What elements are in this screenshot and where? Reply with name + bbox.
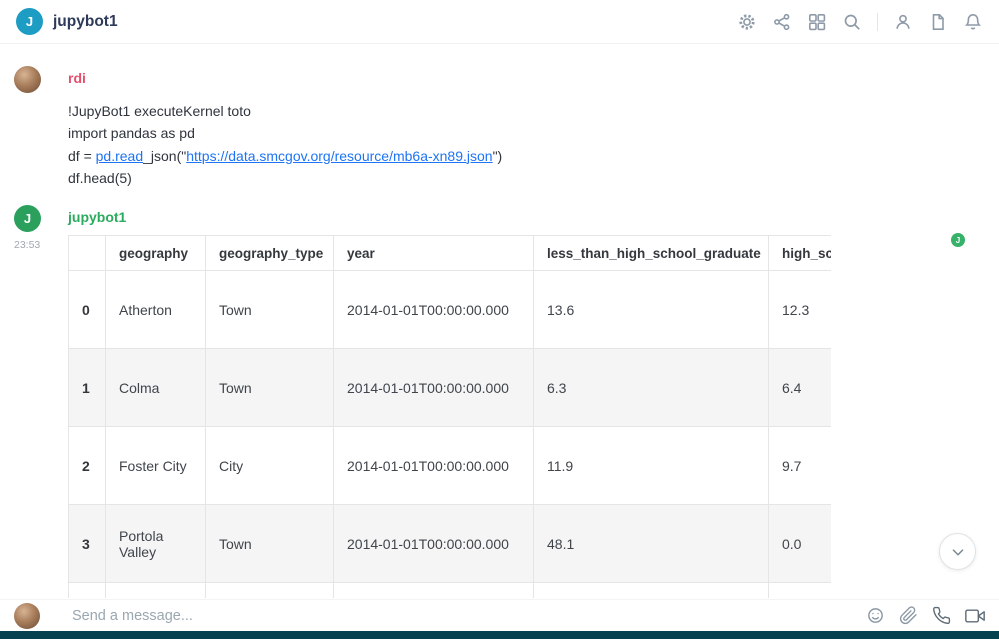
message-composer bbox=[0, 599, 999, 631]
header-high-school: high_sc bbox=[769, 236, 832, 271]
emoji-icon[interactable] bbox=[866, 606, 885, 625]
cell-geography-type: City bbox=[206, 427, 334, 505]
cell-geography: Portola Valley bbox=[106, 505, 206, 583]
message-text-line: !JupyBot1 executeKernel toto bbox=[68, 100, 999, 122]
message-list[interactable]: rdi !JupyBot1 executeKernel toto import … bbox=[0, 44, 999, 599]
cell-geography: Foster City bbox=[106, 427, 206, 505]
table-header-row: geography geography_type year less_than_… bbox=[69, 236, 832, 271]
cell-high-school: 6.4 bbox=[769, 349, 832, 427]
header-divider bbox=[877, 13, 878, 31]
header-year: year bbox=[334, 236, 534, 271]
table-row: 2 Foster City City 2014-01-01T00:00:00.0… bbox=[69, 427, 832, 505]
chat-app: J jupybot1 bbox=[0, 0, 999, 639]
cell-geography: Atherton bbox=[106, 271, 206, 349]
cell-empty bbox=[69, 583, 106, 599]
table-row: 1 Colma Town 2014-01-01T00:00:00.000 6.3… bbox=[69, 349, 832, 427]
members-icon[interactable] bbox=[893, 12, 913, 32]
cell-index: 1 bbox=[69, 349, 106, 427]
message-jupybot1: J 23:53 jupybot1 geography bbox=[0, 205, 999, 598]
channel-avatar[interactable]: J bbox=[16, 8, 43, 35]
cell-year: 2014-01-01T00:00:00.000 bbox=[334, 271, 534, 349]
current-user-avatar[interactable] bbox=[14, 603, 40, 629]
code-text: ") bbox=[493, 148, 503, 164]
user-avatar[interactable] bbox=[14, 66, 41, 93]
header-geography: geography bbox=[106, 236, 206, 271]
cell-empty bbox=[769, 583, 832, 599]
composer-actions bbox=[866, 606, 985, 626]
settings-gear-icon[interactable] bbox=[737, 12, 757, 32]
table-row: 3 Portola Valley Town 2014-01-01T00:00:0… bbox=[69, 505, 832, 583]
bottom-status-bar bbox=[0, 631, 999, 639]
code-link[interactable]: pd.read bbox=[96, 148, 143, 164]
cell-less-than-hs: 13.6 bbox=[534, 271, 769, 349]
cell-empty bbox=[106, 583, 206, 599]
cell-empty bbox=[334, 583, 534, 599]
video-call-icon[interactable] bbox=[965, 606, 985, 626]
cell-high-school: 0.0 bbox=[769, 505, 832, 583]
attachment-paperclip-icon[interactable] bbox=[899, 606, 918, 625]
message-rdi: rdi !JupyBot1 executeKernel toto import … bbox=[0, 66, 999, 189]
message-text-line: import pandas as pd bbox=[68, 122, 999, 144]
chevron-down-icon bbox=[947, 541, 969, 563]
message-timestamp: 23:53 bbox=[14, 239, 40, 251]
message-author[interactable]: rdi bbox=[68, 70, 999, 87]
message-author[interactable]: jupybot1 bbox=[68, 209, 999, 226]
code-text: _json(" bbox=[143, 148, 186, 164]
cell-index: 3 bbox=[69, 505, 106, 583]
cell-year: 2014-01-01T00:00:00.000 bbox=[334, 349, 534, 427]
header-less-than-hs: less_than_high_school_graduate bbox=[534, 236, 769, 271]
cell-less-than-hs: 6.3 bbox=[534, 349, 769, 427]
cell-geography-type: Town bbox=[206, 349, 334, 427]
table-row: 0 Atherton Town 2014-01-01T00:00:00.000 … bbox=[69, 271, 832, 349]
message-input[interactable] bbox=[70, 607, 854, 625]
unread-indicator-badge: J bbox=[951, 233, 965, 247]
cell-index: 0 bbox=[69, 271, 106, 349]
table-row-partial bbox=[69, 583, 832, 599]
cell-empty bbox=[206, 583, 334, 599]
code-text: df = bbox=[68, 148, 96, 164]
message-text-line: df = pd.read_json("https://data.smcgov.o… bbox=[68, 145, 999, 167]
header-geography-type: geography_type bbox=[206, 236, 334, 271]
cell-high-school: 12.3 bbox=[769, 271, 832, 349]
cell-geography-type: Town bbox=[206, 505, 334, 583]
url-link[interactable]: https://data.smcgov.org/resource/mb6a-xn… bbox=[186, 148, 492, 164]
dataframe-table-container[interactable]: geography geography_type year less_than_… bbox=[68, 235, 831, 598]
header-index bbox=[69, 236, 106, 271]
notifications-bell-icon[interactable] bbox=[963, 12, 983, 32]
jump-to-bottom-button[interactable] bbox=[939, 533, 976, 570]
cell-less-than-hs: 11.9 bbox=[534, 427, 769, 505]
cell-empty bbox=[534, 583, 769, 599]
cell-high-school: 9.7 bbox=[769, 427, 832, 505]
header-actions bbox=[737, 12, 983, 32]
share-icon[interactable] bbox=[772, 12, 792, 32]
files-icon[interactable] bbox=[928, 12, 948, 32]
channel-title: jupybot1 bbox=[53, 13, 118, 31]
bot-avatar[interactable]: J bbox=[14, 205, 41, 232]
cell-geography: Colma bbox=[106, 349, 206, 427]
cell-less-than-hs: 48.1 bbox=[534, 505, 769, 583]
apps-grid-icon[interactable] bbox=[807, 12, 827, 32]
channel-header: J jupybot1 bbox=[0, 0, 999, 44]
cell-year: 2014-01-01T00:00:00.000 bbox=[334, 427, 534, 505]
search-icon[interactable] bbox=[842, 12, 862, 32]
cell-index: 2 bbox=[69, 427, 106, 505]
cell-geography-type: Town bbox=[206, 271, 334, 349]
message-text-line: df.head(5) bbox=[68, 167, 999, 189]
phone-call-icon[interactable] bbox=[932, 606, 951, 625]
dataframe-table: geography geography_type year less_than_… bbox=[68, 235, 831, 598]
cell-year: 2014-01-01T00:00:00.000 bbox=[334, 505, 534, 583]
